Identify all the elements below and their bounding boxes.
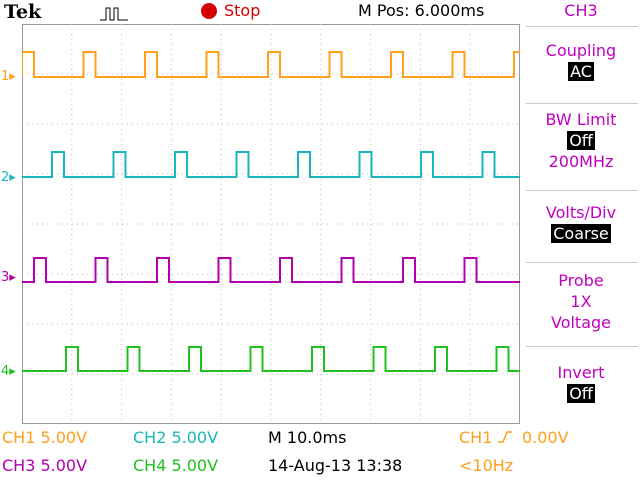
date-time: 14-Aug-13 13:38 [268,456,403,475]
probe-attenuation: 1X [570,292,592,311]
ch2-marker-label: 2 [1,170,10,185]
scope-display [22,24,520,424]
ch4-scale: CH4 5.00V [133,456,219,475]
horizontal-position-readout: M Pos: 6.000ms [358,1,485,20]
ch3-marker-label: 3 [1,270,10,285]
trigger-frequency: <10Hz [459,456,514,475]
ch3-marker[interactable]: 3▸ [1,271,16,284]
trigger-source: CH1 [459,428,493,447]
brand-logo: Tek [4,1,42,23]
ch1-marker-label: 1 [1,69,10,84]
coupling-value: AC [568,62,594,81]
run-state-label: Stop [224,1,261,20]
ch2-marker[interactable]: 2▸ [1,171,16,184]
coupling-button[interactable]: Coupling AC [522,40,640,82]
bw-limit-frequency: 200MHz [548,152,614,171]
channel-menu: CH3 Coupling AC BW Limit Off 200MHz Volt… [522,0,640,424]
probe-type: Voltage [550,313,611,332]
ch2-scale: CH2 5.00V [133,428,219,447]
volts-div-button[interactable]: Volts/Div Coarse [522,202,640,244]
volts-div-label: Volts/Div [545,203,617,222]
volts-div-value: Coarse [551,224,611,243]
top-status-bar: Tek Stop M Pos: 6.000ms [0,0,520,24]
ch3-scale: CH3 5.00V [2,456,88,475]
bw-limit-label: BW Limit [545,110,617,129]
invert-button[interactable]: Invert Off [522,362,640,404]
bw-limit-value: Off [567,131,595,150]
stop-indicator-icon [201,3,217,19]
ch1-scale: CH1 5.00V [2,428,88,447]
ch1-marker[interactable]: 1▸ [1,70,16,83]
bottom-status-bar: CH1 5.00V CH2 5.00V M 10.0ms CH1 0.00V C… [0,424,640,480]
ch4-marker-label: 4 [1,364,10,379]
probe-label: Probe [558,271,604,290]
ch4-marker[interactable]: 4▸ [1,365,16,378]
rising-edge-icon [498,431,512,443]
bw-limit-button[interactable]: BW Limit Off 200MHz [522,109,640,172]
timebase-readout: M 10.0ms [268,428,347,447]
trigger-waveform-icon [100,7,128,21]
menu-title: CH3 [564,1,598,20]
invert-label: Invert [557,363,605,382]
invert-value: Off [567,384,595,403]
coupling-label: Coupling [545,41,617,60]
probe-button[interactable]: Probe 1X Voltage [522,270,640,333]
trigger-level: 0.00V [522,428,569,447]
